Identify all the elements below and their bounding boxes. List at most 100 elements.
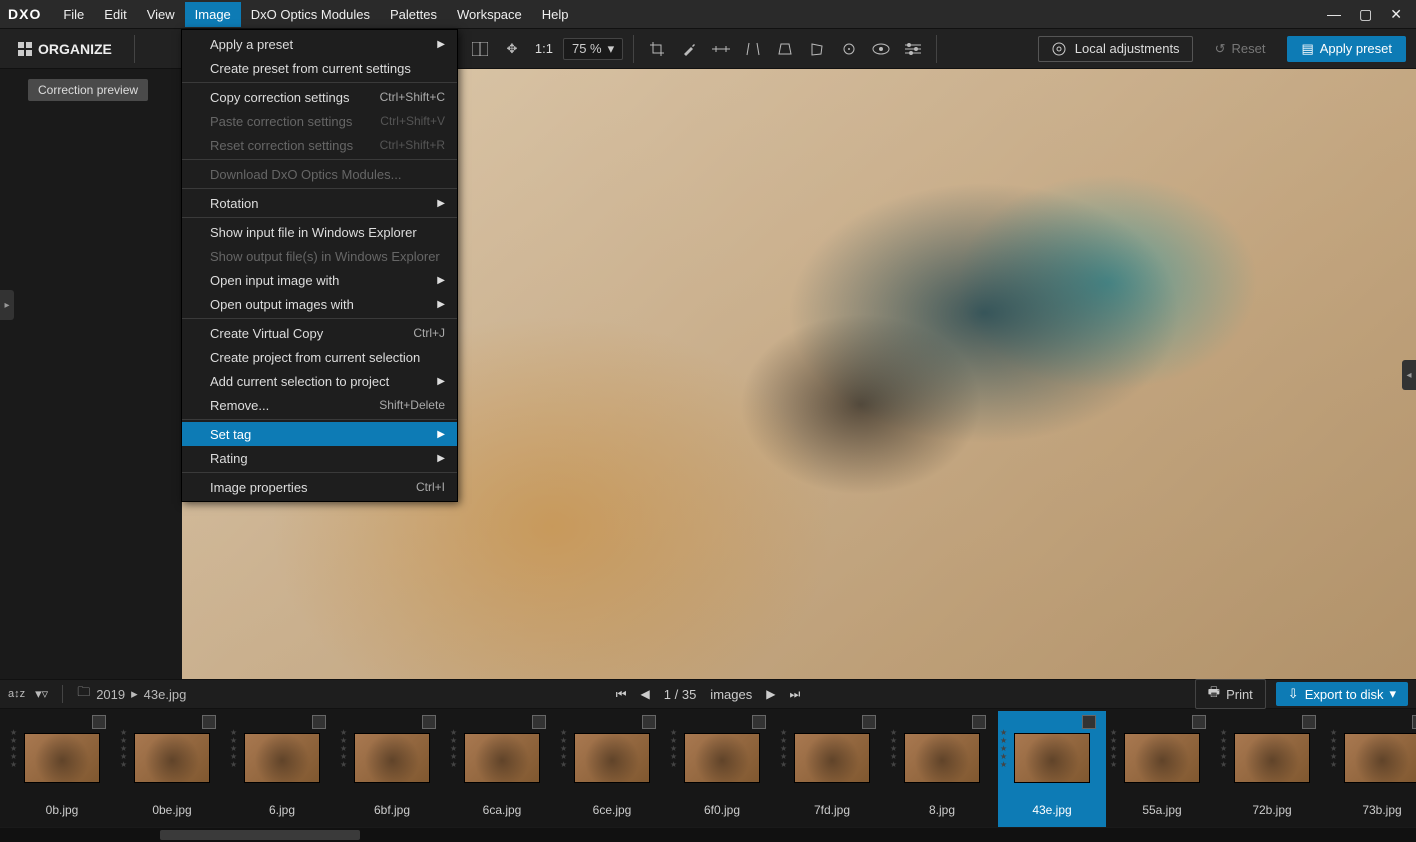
apply-preset-button[interactable]: ▤ Apply preset xyxy=(1287,36,1406,62)
rating-stars[interactable]: ★★★★★ xyxy=(670,729,677,769)
breadcrumb[interactable]: 🗀 2019 ▸ 43e.jpg xyxy=(77,683,186,705)
rating-stars[interactable]: ★★★★★ xyxy=(780,729,787,769)
menu-item-image-properties[interactable]: Image propertiesCtrl+I xyxy=(182,475,457,499)
thumb-badge-icon xyxy=(862,715,876,729)
last-icon[interactable]: ⏭ xyxy=(789,687,800,702)
menu-palettes[interactable]: Palettes xyxy=(380,2,447,27)
eyedropper-icon[interactable] xyxy=(676,36,702,62)
rating-stars[interactable]: ★★★★★ xyxy=(10,729,17,769)
thumbnail[interactable]: ★★★★★6ca.jpg xyxy=(448,711,556,827)
filter-icon[interactable]: ▾▿ xyxy=(35,686,48,702)
menu-item-label: Remove... xyxy=(210,398,269,413)
thumbnail[interactable]: ★★★★★0be.jpg xyxy=(118,711,226,827)
rating-stars[interactable]: ★★★★★ xyxy=(230,729,237,769)
rating-stars[interactable]: ★★★★★ xyxy=(1110,729,1117,769)
image-counter-label: images xyxy=(710,687,752,702)
organize-button[interactable]: ORGANIZE xyxy=(10,37,120,61)
thumbnail[interactable]: ★★★★★8.jpg xyxy=(888,711,996,827)
submenu-arrow-icon: ▶ xyxy=(437,299,445,310)
perspective-rect-icon[interactable] xyxy=(772,36,798,62)
export-icon: ⇩ xyxy=(1288,686,1299,702)
thumbnail[interactable]: ★★★★★43e.jpg xyxy=(998,711,1106,827)
close-icon[interactable]: ✕ xyxy=(1390,6,1402,23)
expand-right-icon[interactable]: ◂ xyxy=(1402,360,1416,390)
prev-icon[interactable]: ◀ xyxy=(641,687,650,701)
horizontal-scrollbar[interactable] xyxy=(0,828,1416,842)
menu-help[interactable]: Help xyxy=(532,2,579,27)
local-adjustments-button[interactable]: Local adjustments xyxy=(1038,36,1193,62)
thumbnail[interactable]: ★★★★★0b.jpg xyxy=(8,711,116,827)
filmstrip[interactable]: ★★★★★0b.jpg★★★★★0be.jpg★★★★★6.jpg★★★★★6b… xyxy=(0,709,1416,827)
thumbnail[interactable]: ★★★★★6.jpg xyxy=(228,711,336,827)
menu-item-rating[interactable]: Rating▶ xyxy=(182,446,457,470)
menu-item-label: Show output file(s) in Windows Explorer xyxy=(210,249,440,264)
menu-item-apply-a-preset[interactable]: Apply a preset▶ xyxy=(182,32,457,56)
menu-item-create-project-from-current-selection[interactable]: Create project from current selection xyxy=(182,345,457,369)
menu-item-add-current-selection-to-project[interactable]: Add current selection to project▶ xyxy=(182,369,457,393)
menu-item-open-input-image-with[interactable]: Open input image with▶ xyxy=(182,268,457,292)
thumbnail[interactable]: ★★★★★73b.jpg xyxy=(1328,711,1416,827)
minimize-icon[interactable]: — xyxy=(1327,6,1341,23)
menu-item-copy-correction-settings[interactable]: Copy correction settingsCtrl+Shift+C xyxy=(182,85,457,109)
perspective-vert-icon[interactable] xyxy=(740,36,766,62)
rating-stars[interactable]: ★★★★★ xyxy=(1330,729,1337,769)
first-icon[interactable]: ⏮ xyxy=(616,687,627,702)
menu-image[interactable]: Image xyxy=(185,2,241,27)
thumb-badge-icon xyxy=(422,715,436,729)
thumb-filename: 6f0.jpg xyxy=(704,803,740,817)
menu-file[interactable]: File xyxy=(53,2,94,27)
rating-stars[interactable]: ★★★★★ xyxy=(1220,729,1227,769)
reset-button[interactable]: ↺ Reset xyxy=(1203,37,1278,61)
horizon-icon[interactable] xyxy=(708,36,734,62)
menu-item-show-input-file-in-windows-explorer[interactable]: Show input file in Windows Explorer xyxy=(182,220,457,244)
apply-preset-label: Apply preset xyxy=(1320,41,1392,56)
rating-stars[interactable]: ★★★★★ xyxy=(450,729,457,769)
menu-item-create-virtual-copy[interactable]: Create Virtual CopyCtrl+J xyxy=(182,321,457,345)
compare-split-icon[interactable] xyxy=(467,36,493,62)
rating-stars[interactable]: ★★★★★ xyxy=(890,729,897,769)
repair-icon[interactable] xyxy=(836,36,862,62)
thumbnail[interactable]: ★★★★★ 6f0.jpg xyxy=(668,711,776,827)
menu-view[interactable]: View xyxy=(137,2,185,27)
menu-item-remove[interactable]: Remove...Shift+Delete xyxy=(182,393,457,417)
export-button[interactable]: ⇩ Export to disk ▾ xyxy=(1276,682,1408,706)
thumbnail[interactable]: ★★★★★6ce.jpg xyxy=(558,711,666,827)
folder-name: 2019 xyxy=(96,687,125,702)
thumbnail[interactable]: ★★★★★7fd.jpg xyxy=(778,711,886,827)
menu-item-rotation[interactable]: Rotation▶ xyxy=(182,191,457,215)
thumbnail[interactable]: ★★★★★55a.jpg xyxy=(1108,711,1216,827)
menu-separator xyxy=(182,419,457,420)
thumb-image xyxy=(1234,733,1310,783)
thumbnail[interactable]: ★★★★★6bf.jpg xyxy=(338,711,446,827)
menu-item-create-preset-from-current-settings[interactable]: Create preset from current settings xyxy=(182,56,457,80)
redeye-icon[interactable] xyxy=(868,36,894,62)
menu-item-reset-correction-settings: Reset correction settingsCtrl+Shift+R xyxy=(182,133,457,157)
perspective-8pt-icon[interactable] xyxy=(804,36,830,62)
correction-preview-badge[interactable]: Correction preview xyxy=(28,79,148,101)
maximize-icon[interactable]: ▢ xyxy=(1359,6,1372,23)
rating-stars[interactable]: ★★★★★ xyxy=(1000,729,1007,769)
adjust-icon[interactable] xyxy=(900,36,926,62)
scrollbar-thumb[interactable] xyxy=(160,830,360,840)
zoom-value: 75 % xyxy=(572,41,602,56)
menu-item-set-tag[interactable]: Set tag▶ xyxy=(182,422,457,446)
next-icon[interactable]: ▶ xyxy=(766,687,775,701)
rating-stars[interactable]: ★★★★★ xyxy=(340,729,347,769)
zoom-dropdown[interactable]: 75 % ▾ xyxy=(563,38,623,60)
zoom-1to1[interactable]: 1:1 xyxy=(531,41,557,56)
menu-edit[interactable]: Edit xyxy=(94,2,136,27)
submenu-arrow-icon: ▶ xyxy=(437,198,445,209)
crop-icon[interactable] xyxy=(644,36,670,62)
rating-stars[interactable]: ★★★★★ xyxy=(120,729,127,769)
print-button[interactable]: 🖶 Print xyxy=(1195,679,1266,709)
menu-optics[interactable]: DxO Optics Modules xyxy=(241,2,380,27)
menu-workspace[interactable]: Workspace xyxy=(447,2,532,27)
move-icon[interactable]: ✥ xyxy=(499,36,525,62)
thumb-image xyxy=(574,733,650,783)
print-label: Print xyxy=(1226,687,1253,702)
thumbnail[interactable]: ★★★★★72b.jpg xyxy=(1218,711,1326,827)
expand-left-icon[interactable]: ▸ xyxy=(0,290,14,320)
rating-stars[interactable]: ★★★★★ xyxy=(560,729,567,769)
menu-item-open-output-images-with[interactable]: Open output images with▶ xyxy=(182,292,457,316)
sort-icon[interactable]: a↕z xyxy=(8,688,25,700)
